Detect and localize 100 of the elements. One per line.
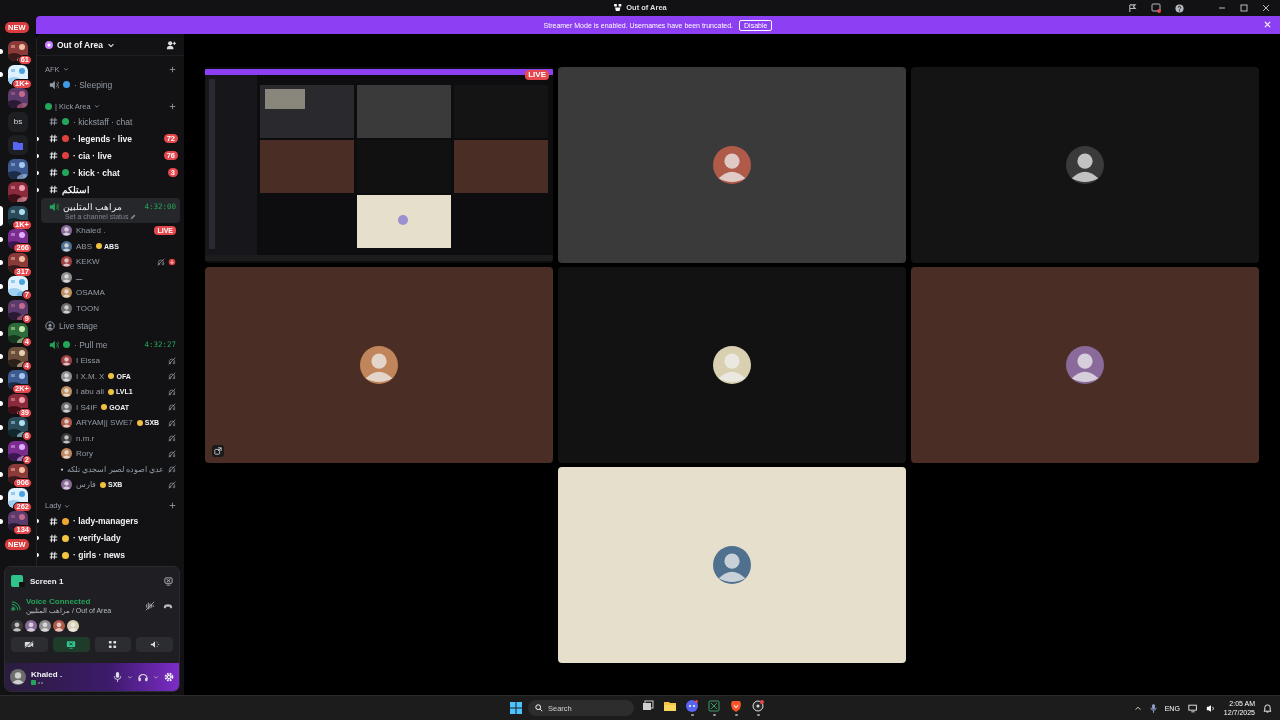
plus-icon[interactable] [169,65,176,73]
disconnect-icon[interactable] [163,601,173,611]
video-tile[interactable] [205,267,553,463]
user-avatar [713,546,751,584]
user-name[interactable]: عدي اصوده لصبر اسجدي تلكه [67,464,164,474]
screen-share-tile[interactable]: LIVE [205,67,553,263]
user-avatar [61,302,72,314]
user-name[interactable]: ABS [76,241,92,251]
user-name[interactable]: I X.M. X [76,371,105,381]
microphone-icon[interactable] [1149,703,1157,713]
screen-icon[interactable] [1151,3,1161,13]
speaker-icon [49,339,59,350]
tag-icon [136,419,143,426]
chat-app-icon[interactable] [686,700,698,713]
user-name[interactable]: I abu ali [76,387,105,397]
user-avatar [53,620,65,632]
folder-icon [13,140,23,150]
user-avatar [61,256,72,268]
speaker-icon [49,79,59,90]
user-avatar [61,432,72,444]
user-name[interactable]: I Eissa [76,356,100,366]
user-name[interactable]: Khaled . [31,669,63,679]
user-avatar [61,386,72,398]
tag-icon [96,243,102,250]
noise-suppression-icon[interactable] [145,601,155,611]
server-icon [45,40,53,49]
folder-button[interactable] [8,135,28,156]
user-avatar [39,620,51,632]
settings-icon[interactable] [164,672,174,682]
user-name[interactable]: OSAMA [76,288,105,298]
spreadsheet-icon[interactable] [708,700,720,713]
user-avatar [61,240,72,252]
user-name[interactable]: Khaled . [76,226,106,236]
record-icon[interactable] [752,700,764,713]
headphones-icon[interactable] [138,672,148,682]
popout-icon [214,447,222,455]
video-tile[interactable] [558,67,906,263]
inbox-icon[interactable] [1128,3,1137,13]
plus-icon[interactable] [169,502,176,509]
user-avatar [61,448,72,460]
network-icon[interactable] [1187,703,1198,713]
user-avatar [713,346,751,384]
popout-button[interactable] [212,445,224,457]
maximize-icon[interactable] [1240,4,1248,12]
channel-item[interactable]: · girls · news [37,546,184,564]
activity-icon [108,640,118,649]
add-member-icon[interactable] [166,39,176,50]
user-avatar [1066,346,1104,384]
user-name[interactable]: n.m.r [76,433,95,443]
user-name[interactable]: Rory [76,449,93,459]
volume-icon[interactable] [1205,703,1216,713]
plus-icon[interactable] [169,102,176,110]
channel-hash-icon [49,516,58,526]
channel-name: · girls · news [73,550,125,560]
chevron-up-icon[interactable] [1133,704,1142,712]
video-tile[interactable] [558,267,906,463]
channel-name: · Pull me [74,339,108,350]
camera-off-icon [24,640,35,649]
channel-item[interactable]: · kickstaff · chat [37,113,184,130]
minimize-icon[interactable] [1218,4,1226,12]
microphone-icon[interactable] [113,672,122,682]
user-name[interactable]: ـــ [76,272,82,282]
user-avatar [61,417,72,429]
video-tile[interactable] [558,467,906,663]
connection-status: Voice Connected [26,597,92,606]
video-tile[interactable] [911,267,1259,463]
folder-icon[interactable] [664,700,676,713]
channel-name: · verify-lady [73,533,121,543]
screen-share-icon [66,640,77,649]
notification-icon[interactable] [1263,703,1272,713]
close-icon[interactable] [1262,4,1270,12]
channel-item[interactable]: · lady-managers [37,512,184,530]
user-name[interactable]: ARYAM|| SWE7 [76,418,133,428]
channel-name[interactable]: Live stage [59,321,98,331]
chevron-down-icon[interactable] [153,674,159,680]
start-icon[interactable] [510,702,522,714]
activity-button[interactable] [94,637,132,652]
user-name[interactable]: TOON [76,303,99,313]
screen-button[interactable] [52,637,90,652]
soundboard-button[interactable] [136,637,173,652]
help-icon[interactable] [1175,3,1184,13]
camera-button[interactable] [11,637,48,652]
server-name[interactable]: Out of Area [57,39,103,50]
user-name[interactable]: KEKW [76,257,100,267]
task-view-icon[interactable] [642,700,654,713]
voice-channel[interactable]: · Sleeping [41,76,180,93]
stop-stream-icon[interactable] [164,576,173,586]
server-button[interactable]: bs [8,111,28,132]
live-badge: LIVE [525,70,549,80]
stage-icon [45,321,55,331]
unread-indicator [37,187,39,192]
chevron-down-icon[interactable] [127,674,133,680]
channel-name: استلكم [62,184,90,195]
user-name[interactable]: I S4IF [76,402,98,412]
channel-item[interactable]: · verify-lady [37,529,184,547]
channel-item[interactable]: استلكم [37,181,184,198]
user-name[interactable]: فارس [76,480,96,490]
channel-name: · legends · live [73,133,133,144]
unread-indicator [37,170,39,175]
video-tile[interactable] [911,67,1259,263]
